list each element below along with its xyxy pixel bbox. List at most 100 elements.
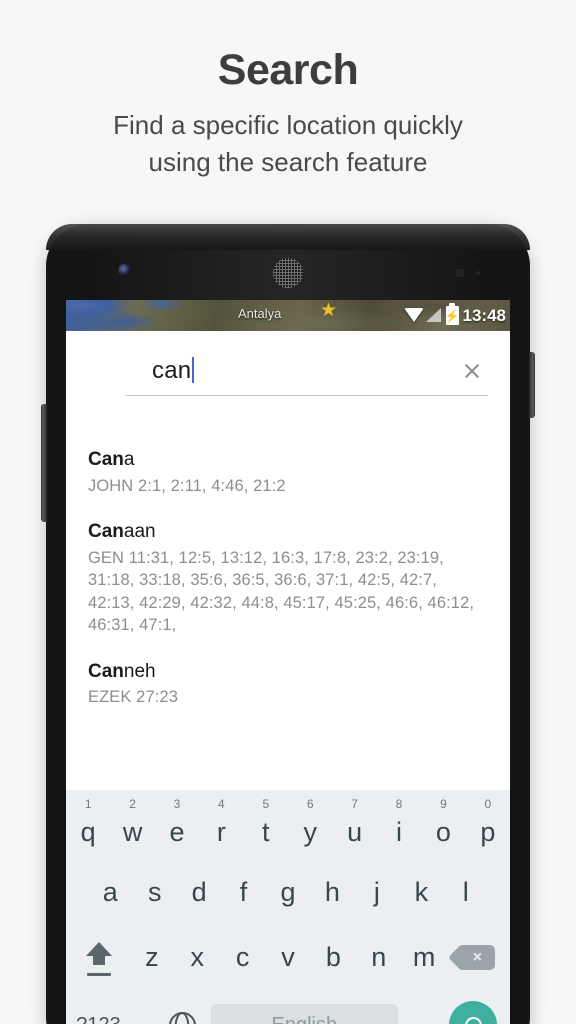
key-hint: 7 — [351, 797, 358, 811]
key-label: ?123 — [76, 1014, 121, 1024]
key-j[interactable]: j — [355, 860, 399, 925]
key-e[interactable]: 3e — [155, 794, 199, 860]
key-hint: 9 — [440, 797, 447, 811]
backspace-glyph: × — [472, 948, 483, 966]
result-title-rest: aan — [123, 521, 156, 543]
key-n[interactable]: n — [356, 925, 401, 990]
key-label: b — [325, 942, 341, 972]
list-item[interactable]: Canaan GEN 11:31, 12:5, 13:12, 16:3, 17:… — [88, 520, 488, 637]
search-input[interactable]: can — [126, 357, 460, 385]
key-k[interactable]: k — [399, 860, 443, 925]
promo-subtitle: Find a specific location quickly using t… — [0, 107, 576, 181]
key-t[interactable]: 5t — [244, 794, 288, 860]
signal-icon — [425, 308, 443, 323]
key-label: , — [140, 1012, 146, 1024]
backspace-key[interactable]: × — [447, 925, 508, 990]
key-c[interactable]: c — [220, 925, 265, 990]
promo-header: Search Find a specific location quickly … — [0, 0, 576, 181]
key-a[interactable]: a — [88, 860, 132, 925]
key-label: h — [324, 877, 340, 907]
key-hint: 6 — [306, 797, 314, 811]
result-title-match: Can — [88, 521, 124, 543]
key-d[interactable]: d — [177, 860, 221, 925]
result-title-rest: a — [123, 449, 135, 470]
key-label: t — [262, 816, 270, 847]
key-hint: 8 — [395, 797, 403, 811]
result-references: EZEK 27:23 — [88, 688, 178, 707]
key-x[interactable]: x — [175, 925, 220, 990]
earpiece-speaker-icon — [273, 258, 303, 288]
key-hint: 5 — [262, 797, 270, 811]
result-references: GEN 11:31, 12:5, 13:12, 16:3, 17:8, 23:2… — [88, 548, 475, 635]
keyboard-row-4: ?123 , English . — [66, 990, 510, 1024]
search-results-list: Cana JOHN 2:1, 2:11, 4:46, 21:2 Canaan G… — [88, 448, 488, 709]
keyboard-row-1: 1q 2w 3e 4r 5t 6y 7u 8i 9o 0p — [66, 794, 510, 860]
list-item[interactable]: Cana JOHN 2:1, 2:11, 4:46, 21:2 — [88, 448, 488, 497]
volume-button[interactable] — [41, 404, 47, 522]
key-z[interactable]: z — [129, 925, 174, 990]
promo-subtitle-line-2: using the search feature — [148, 147, 428, 178]
status-bar: Antalya ★ ⚡ 13:48 — [66, 300, 510, 331]
result-title-rest: neh — [123, 660, 156, 682]
key-y[interactable]: 6y — [288, 794, 332, 860]
map-city-label: Antalya — [238, 306, 282, 321]
key-f[interactable]: f — [221, 860, 265, 925]
key-label: a — [102, 877, 118, 907]
keyboard-row-2: a s d f g h j k l — [66, 860, 510, 925]
clear-search-icon[interactable] — [460, 359, 484, 383]
search-icon — [449, 1001, 498, 1024]
key-label: s — [147, 877, 162, 907]
space-key[interactable]: English — [210, 1004, 399, 1024]
key-label: e — [169, 816, 185, 847]
result-title-match: Can — [88, 660, 124, 682]
key-o[interactable]: 9o — [421, 794, 465, 860]
key-label: r — [216, 816, 226, 847]
status-bar-icons: ⚡ 13:48 — [403, 300, 506, 331]
result-title: Cana — [88, 448, 488, 472]
front-camera-icon — [118, 264, 131, 277]
key-label: j — [373, 877, 380, 907]
key-label: c — [235, 942, 250, 972]
backspace-icon: × — [459, 945, 496, 970]
comma-key[interactable]: , — [125, 990, 162, 1024]
key-m[interactable]: m — [401, 925, 446, 990]
text-cursor — [192, 357, 195, 383]
key-b[interactable]: b — [311, 925, 356, 990]
period-key[interactable]: . — [406, 990, 443, 1024]
search-bar[interactable]: can — [126, 357, 488, 396]
phone-sensors-area — [46, 258, 530, 292]
key-q[interactable]: 1q — [66, 794, 110, 860]
key-label: w — [122, 816, 143, 847]
key-r[interactable]: 4r — [199, 794, 243, 860]
key-w[interactable]: 2w — [110, 794, 154, 860]
power-button[interactable] — [529, 352, 535, 418]
result-references: JOHN 2:1, 2:11, 4:46, 21:2 — [88, 476, 286, 495]
key-label: p — [480, 816, 496, 847]
result-title-match: Can — [88, 449, 124, 470]
key-label: z — [145, 942, 159, 972]
space-key-label: English — [272, 1014, 338, 1024]
key-g[interactable]: g — [266, 860, 310, 925]
globe-icon — [168, 1011, 196, 1024]
key-h[interactable]: h — [310, 860, 354, 925]
key-v[interactable]: v — [265, 925, 310, 990]
key-l[interactable]: l — [444, 860, 488, 925]
key-label: n — [371, 942, 387, 972]
key-u[interactable]: 7u — [332, 794, 376, 860]
battery-charging-icon: ⚡ — [445, 306, 460, 325]
key-label: d — [191, 877, 207, 907]
key-label: l — [462, 877, 469, 907]
key-p[interactable]: 0p — [466, 794, 510, 860]
key-i[interactable]: 8i — [377, 794, 421, 860]
shift-key[interactable] — [68, 925, 129, 990]
key-hint: 0 — [484, 797, 492, 811]
search-enter-key[interactable] — [443, 990, 504, 1024]
key-s[interactable]: s — [132, 860, 176, 925]
list-item[interactable]: Canneh EZEK 27:23 — [88, 660, 488, 709]
key-hint: 1 — [84, 797, 92, 811]
symbols-key[interactable]: ?123 — [72, 990, 125, 1024]
language-switch-key[interactable] — [162, 990, 203, 1024]
phone-top-bezel-gloss — [46, 224, 530, 250]
key-hint: 2 — [129, 797, 136, 811]
promo-subtitle-line-1: Find a specific location quickly — [113, 110, 463, 141]
